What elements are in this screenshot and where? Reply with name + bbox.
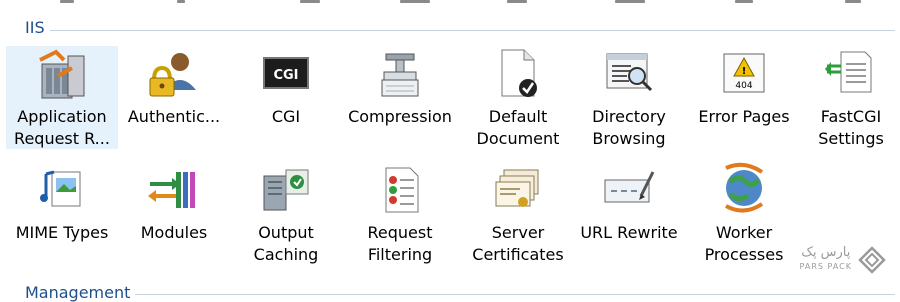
feature-label: Error Pages	[698, 107, 790, 126]
feature-server-certificates[interactable]: Server Certificates	[462, 162, 574, 266]
watermark: پارس پک PARS PACK	[800, 246, 886, 274]
feature-error-pages[interactable]: ! 404 Error Pages	[688, 46, 800, 128]
authentication-icon	[149, 53, 196, 97]
request-filtering-icon	[385, 167, 419, 213]
feature-authentication[interactable]: Authentic...	[118, 46, 230, 128]
compression-icon	[381, 53, 419, 97]
feature-label: FastCGI Settings	[818, 107, 884, 148]
feature-label: MIME Types	[15, 223, 109, 242]
feature-label: Directory Browsing	[592, 107, 666, 148]
feature-worker-processes[interactable]: Worker Processes	[688, 162, 800, 266]
feature-label: URL Rewrite	[580, 223, 678, 242]
feature-application-request-routing[interactable]: Application Request R...	[6, 46, 118, 149]
url-rewrite-icon	[604, 171, 655, 203]
error-pages-icon: ! 404	[723, 53, 765, 93]
feature-default-document[interactable]: Default Document	[462, 46, 574, 150]
feature-label: CGI	[271, 107, 301, 126]
default-document-icon	[501, 49, 537, 97]
worker-processes-icon	[725, 162, 764, 213]
fastcgi-settings-icon	[825, 51, 872, 93]
feature-request-filtering[interactable]: Request Filtering	[344, 162, 456, 266]
svg-text:404: 404	[735, 81, 752, 91]
modules-icon	[148, 172, 195, 208]
section-divider-management	[135, 294, 895, 295]
feature-label: Application Request R...	[14, 107, 110, 148]
svg-text:!: !	[742, 66, 747, 77]
watermark-brand: پارس پک	[801, 245, 851, 260]
cgi-icon: CGI	[263, 57, 309, 89]
feature-url-rewrite[interactable]: URL Rewrite	[573, 162, 685, 244]
feature-label: Worker Processes	[704, 223, 784, 264]
watermark-sub: PARS PACK	[799, 262, 852, 271]
feature-label: Modules	[140, 223, 208, 242]
feature-compression[interactable]: Compression	[344, 46, 456, 128]
feature-directory-browsing[interactable]: Directory Browsing	[573, 46, 685, 150]
output-caching-icon	[263, 169, 309, 211]
application-request-routing-icon	[39, 49, 85, 99]
feature-output-caching[interactable]: Output Caching	[230, 162, 342, 266]
svg-text:CGI: CGI	[273, 68, 298, 83]
section-label-management: Management	[25, 283, 131, 302]
feature-label: Output Caching	[253, 223, 319, 264]
parspack-logo-icon	[858, 246, 886, 274]
feature-label: Request Filtering	[367, 223, 433, 264]
feature-mime-types[interactable]: MIME Types	[6, 162, 118, 244]
feature-label: Default Document	[476, 107, 560, 148]
section-header-management[interactable]: Management	[25, 283, 130, 302]
mime-types-icon	[40, 170, 81, 207]
directory-browsing-icon	[606, 53, 653, 92]
feature-modules[interactable]: Modules	[118, 162, 230, 244]
feature-label: Authentic...	[127, 107, 221, 126]
feature-cgi[interactable]: CGI CGI	[230, 46, 342, 128]
feature-label: Server Certificates	[472, 223, 564, 264]
features-grid: Application Request R... Authentic... CG…	[0, 0, 900, 300]
feature-label: Compression	[348, 107, 452, 126]
server-certificates-icon	[495, 169, 539, 207]
feature-fastcgi-settings[interactable]: FastCGI Settings	[802, 46, 900, 150]
